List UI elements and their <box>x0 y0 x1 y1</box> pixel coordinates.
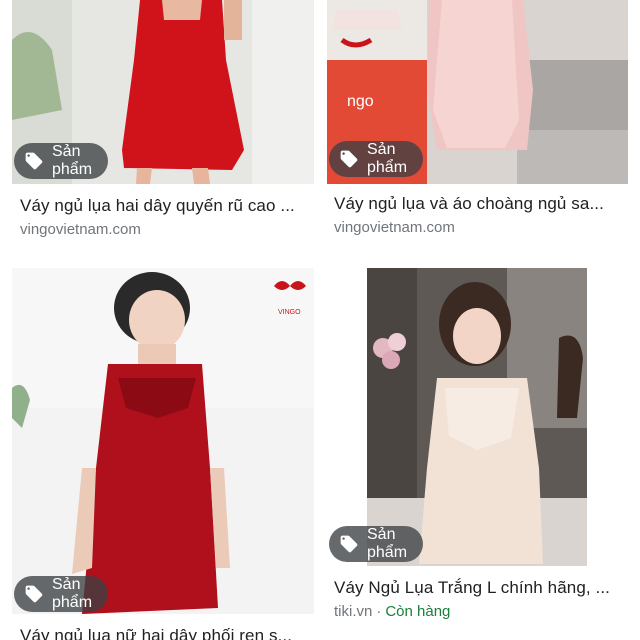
product-badge: Sản phẩm <box>14 576 109 612</box>
vingo-logo-text: VINGO <box>278 309 301 316</box>
badge-label: Sản phẩm <box>367 526 408 561</box>
product-image[interactable]: VINGO <box>12 268 314 614</box>
result-title[interactable]: Váy ngủ lụa và áo choàng ngủ sa... <box>334 194 630 214</box>
badge-label: Sản phẩm <box>52 143 93 178</box>
product-photo-3: VINGO <box>12 268 314 614</box>
result-title[interactable]: Váy Ngủ Lụa Trắng L chính hãng, ... <box>334 578 630 598</box>
stock-status: Còn hàng <box>385 603 451 620</box>
source-domain: tiki.vn <box>334 603 373 620</box>
tag-icon <box>24 151 44 171</box>
vingo-logo-text: ngo <box>347 93 374 110</box>
badge-label: Sản phẩm <box>52 576 93 611</box>
product-badge: Sản phẩm <box>14 143 109 179</box>
result-source[interactable]: tiki.vn · Còn hàng <box>334 603 450 620</box>
product-badge: Sản phẩm <box>329 141 424 177</box>
tag-icon <box>24 584 44 604</box>
product-image[interactable] <box>327 268 628 566</box>
separator-dot: · <box>376 603 382 620</box>
tag-icon <box>339 149 359 169</box>
result-title[interactable]: Váy ngủ lụa hai dây quyến rũ cao ... <box>20 196 316 216</box>
badge-label: Sản phẩm <box>367 141 408 176</box>
result-source[interactable]: vingovietnam.com <box>334 219 455 236</box>
product-badge: Sản phẩm <box>329 526 424 562</box>
result-title[interactable]: Váy ngủ lụa nữ hai dây phối ren s... <box>20 626 316 640</box>
result-source[interactable]: vingovietnam.com <box>20 221 141 238</box>
tag-icon <box>339 534 359 554</box>
product-photo-4 <box>327 268 628 566</box>
